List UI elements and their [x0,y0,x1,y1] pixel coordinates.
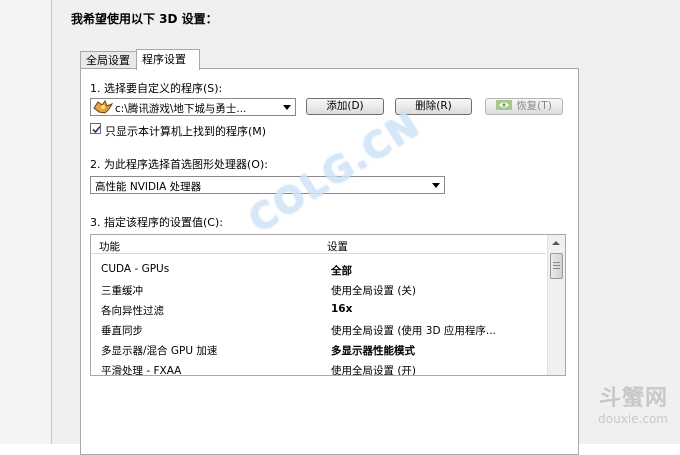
page-heading: 我希望使用以下 3D 设置： [71,12,218,26]
feature-cell: 平滑处理 - FXAA [101,365,182,376]
left-navigation-pane [0,0,52,444]
restore-button-label: 恢复(T) [516,100,552,112]
douxie-watermark: 斗蟹网 douxie.com [598,380,668,426]
setting-cell: 全部 [331,265,352,277]
setting-cell: 多显示器性能模式 [331,345,415,357]
column-header-feature[interactable]: 功能 [99,239,120,254]
setting-cell: 使用全局设置 (关) [331,285,417,297]
tab-global-settings[interactable]: 全局设置 [80,51,142,69]
feature-cell: 各向异性过滤 [101,305,164,317]
table-scrollbar[interactable] [547,235,565,375]
table-row[interactable]: 垂直同步 使用全局设置 (使用 3D 应用程序... [91,319,546,339]
setting-cell: 使用全局设置 (使用 3D 应用程序... [331,325,496,337]
program-select[interactable]: c:\腾讯游戏\地下城与勇士... [90,98,296,116]
show-local-programs-checkbox[interactable] [90,123,101,134]
feature-cell: 多显示器/混合 GPU 加速 [101,345,218,357]
table-row[interactable]: 平滑处理 - FXAA 使用全局设置 (开) [91,359,546,376]
table-row[interactable]: 三重缓冲 使用全局设置 (关) [91,279,546,299]
table-row[interactable]: 各向异性过滤 16x [91,299,546,319]
douxie-url-text: douxie.com [598,412,668,426]
section3-label: 3. 指定该程序的设置值(C): [90,216,223,229]
settings-table: 功能 设置 CUDA - GPUs 全部 三重缓冲 使用全局设置 (关) 各向异… [90,234,566,376]
setting-cell: 使用全局设置 (开) [331,365,417,376]
douxie-logo-text: 斗蟹网 [598,386,668,411]
section1-label: 1. 选择要自定义的程序(S): [90,82,223,95]
setting-cell: 16x [331,303,353,315]
program-game-icon [93,99,114,117]
gpu-select-value: 高性能 NVIDIA 处理器 [95,181,202,193]
table-header: 功能 设置 [91,235,546,254]
table-row[interactable]: 多显示器/混合 GPU 加速 多显示器性能模式 [91,339,546,359]
feature-cell: CUDA - GPUs [101,263,170,275]
restore-button[interactable]: 恢复(T) [485,98,563,115]
nvidia-logo-icon [496,100,513,110]
scroll-up-arrow-icon[interactable] [552,241,560,245]
scrollbar-thumb[interactable] [550,253,563,279]
tab-program-settings[interactable]: 程序设置 [136,49,200,70]
chevron-down-icon [432,183,440,188]
program-select-value: c:\腾讯游戏\地下城与勇士... [115,103,247,115]
feature-cell: 三重缓冲 [101,285,143,297]
section2-label: 2. 为此程序选择首选图形处理器(O): [90,158,268,171]
feature-cell: 垂直同步 [101,325,143,337]
add-button[interactable]: 添加(D) [306,98,384,115]
table-row[interactable]: CUDA - GPUs 全部 [91,259,546,279]
column-header-setting[interactable]: 设置 [327,239,348,254]
chevron-down-icon [283,105,291,110]
show-local-programs-label: 只显示本计算机上找到的程序(M) [105,125,267,138]
